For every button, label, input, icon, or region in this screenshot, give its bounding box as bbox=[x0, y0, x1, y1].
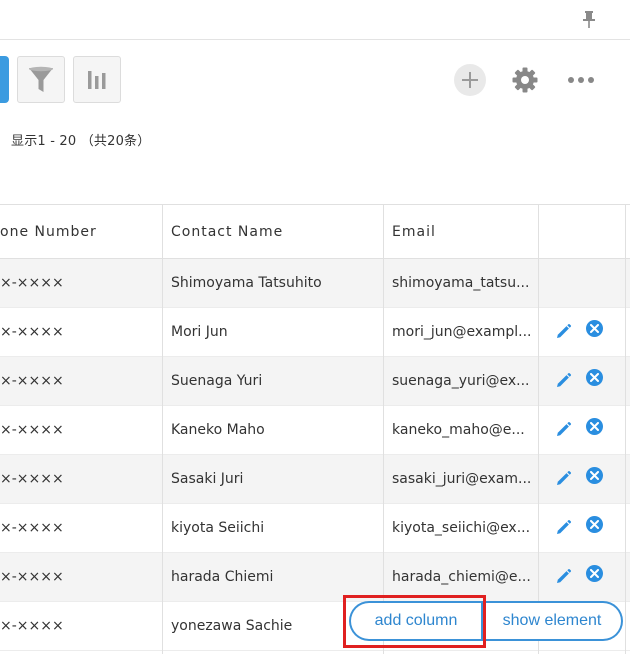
top-bar bbox=[0, 0, 630, 40]
column-divider bbox=[625, 204, 626, 654]
edit-pencil-icon[interactable] bbox=[555, 568, 572, 585]
add-button[interactable] bbox=[454, 64, 486, 96]
primary-button-edge[interactable] bbox=[0, 56, 9, 103]
delete-icon[interactable] bbox=[586, 320, 603, 337]
contact-name-cell: Kaneko Maho bbox=[171, 422, 265, 438]
bar-chart-icon bbox=[88, 70, 106, 89]
close-icon bbox=[590, 471, 599, 480]
gear-icon[interactable] bbox=[511, 66, 539, 94]
phone-number-cell: ×-×××× bbox=[0, 569, 64, 585]
email-cell: shimoyama_tatsu... bbox=[392, 275, 530, 291]
delete-icon[interactable] bbox=[586, 516, 603, 533]
phone-number-cell: ×-×××× bbox=[0, 422, 64, 438]
contact-name-cell: harada Chiemi bbox=[171, 569, 274, 585]
table-row[interactable]: ×-×××× Sasaki Juri sasaki_juri@exam... bbox=[0, 455, 630, 504]
column-divider bbox=[162, 204, 163, 654]
delete-icon[interactable] bbox=[586, 369, 603, 386]
delete-icon[interactable] bbox=[586, 467, 603, 484]
contact-name-cell: Mori Jun bbox=[171, 324, 228, 340]
close-icon bbox=[590, 520, 599, 529]
record-count-summary: 显示1 - 20 （共20条） bbox=[11, 134, 151, 149]
contact-name-cell: Sasaki Juri bbox=[171, 471, 244, 487]
table-row[interactable]: ×-×××× Shimoyama Tatsuhito shimoyama_tatsu… bbox=[0, 259, 630, 308]
column-header-email[interactable]: Email bbox=[384, 205, 538, 258]
table-row[interactable]: ×-×××× kiyota Seiichi kiyota_seiichi@ex... bbox=[0, 504, 630, 553]
email-cell: mori_jun@exampl... bbox=[392, 324, 532, 340]
show-element-button[interactable]: show element bbox=[482, 601, 623, 641]
actions-cell bbox=[539, 553, 625, 601]
edit-pencil-icon[interactable] bbox=[555, 519, 572, 536]
phone-number-cell: ×-×××× bbox=[0, 324, 64, 340]
edit-pencil-icon[interactable] bbox=[555, 372, 572, 389]
actions-cell bbox=[539, 455, 625, 503]
column-divider bbox=[383, 204, 384, 654]
actions-cell bbox=[539, 406, 625, 454]
close-icon bbox=[590, 422, 599, 431]
contact-name-cell: Suenaga Yuri bbox=[171, 373, 263, 389]
email-cell: kaneko_maho@e... bbox=[392, 422, 525, 438]
email-cell: harada_chiemi@e... bbox=[392, 569, 531, 585]
actions-cell bbox=[539, 308, 625, 356]
table-row[interactable]: ×-×××× Suenaga Yuri suenaga_yuri@ex... bbox=[0, 357, 630, 406]
plus-icon bbox=[462, 72, 478, 88]
phone-number-cell: ×-×××× bbox=[0, 618, 64, 634]
phone-number-cell: ×-×××× bbox=[0, 471, 64, 487]
email-cell: kiyota_seiichi@ex... bbox=[392, 520, 531, 536]
edit-pencil-icon[interactable] bbox=[555, 470, 572, 487]
table-row[interactable]: ×-×××× Kaneko Maho kaneko_maho@e... bbox=[0, 406, 630, 455]
close-icon bbox=[590, 373, 599, 382]
column-header-actions bbox=[539, 205, 625, 258]
more-options-icon[interactable] bbox=[566, 70, 596, 90]
close-icon bbox=[590, 569, 599, 578]
contact-name-cell: Shimoyama Tatsuhito bbox=[171, 275, 322, 291]
chart-button[interactable] bbox=[73, 56, 121, 103]
edit-pencil-icon[interactable] bbox=[555, 421, 572, 438]
column-divider bbox=[538, 204, 539, 654]
table-row[interactable]: ×-×××× harada Chiemi harada_chiemi@e... bbox=[0, 553, 630, 602]
table-row[interactable]: ×-×××× Mori Jun mori_jun@exampl... bbox=[0, 308, 630, 357]
close-icon bbox=[590, 324, 599, 333]
pin-icon[interactable] bbox=[581, 9, 597, 29]
phone-number-cell: ×-×××× bbox=[0, 275, 64, 291]
data-table: one Number Contact Name Email ×-×××× Shim… bbox=[0, 204, 630, 651]
column-header-phone-number[interactable]: one Number bbox=[0, 205, 162, 258]
filter-button[interactable] bbox=[17, 56, 65, 103]
email-cell: sasaki_juri@exam... bbox=[392, 471, 532, 487]
edit-pencil-icon[interactable] bbox=[555, 323, 572, 340]
contact-name-cell: kiyota Seiichi bbox=[171, 520, 265, 536]
actions-cell bbox=[539, 504, 625, 552]
funnel-icon bbox=[29, 66, 53, 92]
email-cell: suenaga_yuri@ex... bbox=[392, 373, 530, 389]
column-header-contact-name[interactable]: Contact Name bbox=[163, 205, 383, 258]
highlight-box bbox=[343, 595, 486, 648]
phone-number-cell: ×-×××× bbox=[0, 373, 64, 389]
table-header-row: one Number Contact Name Email bbox=[0, 205, 630, 259]
delete-icon[interactable] bbox=[586, 418, 603, 435]
phone-number-cell: ×-×××× bbox=[0, 520, 64, 536]
actions-cell bbox=[539, 357, 625, 405]
actions-cell bbox=[539, 259, 625, 307]
delete-icon[interactable] bbox=[586, 565, 603, 582]
